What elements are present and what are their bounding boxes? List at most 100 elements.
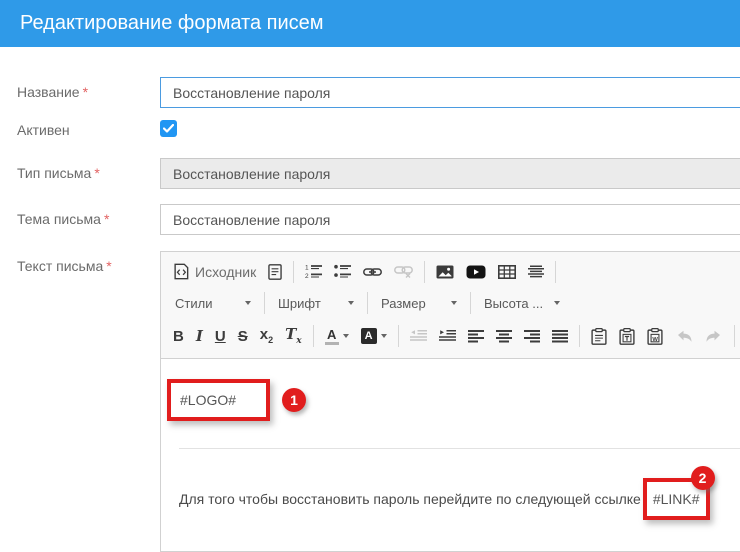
numbered-list-button[interactable]: 12 <box>300 261 327 282</box>
youtube-button[interactable] <box>461 262 491 282</box>
bulleted-list-button[interactable] <box>329 261 356 282</box>
background-color-icon: A <box>361 328 377 344</box>
form-row-name: Название* <box>0 77 740 108</box>
chevron-down-icon <box>554 301 560 305</box>
form-row-type: Тип письма* <box>0 158 740 189</box>
image-button[interactable] <box>431 262 459 282</box>
toolbar-separator <box>470 292 471 314</box>
required-mark: * <box>106 258 111 274</box>
toolbar-separator <box>555 261 556 283</box>
underline-button[interactable]: U <box>210 326 231 347</box>
chevron-down-icon <box>451 301 457 305</box>
toolbar-separator <box>424 261 425 283</box>
align-center-button[interactable] <box>491 327 517 346</box>
annotation-badge-1: 1 <box>282 388 306 412</box>
required-mark: * <box>94 165 99 181</box>
align-left-button[interactable] <box>463 327 489 346</box>
form-row-active: Активен <box>0 120 740 138</box>
chevron-down-icon <box>245 301 251 305</box>
table-button[interactable] <box>493 262 521 282</box>
youtube-icon <box>466 265 486 279</box>
source-icon <box>173 263 190 280</box>
link-placeholder-token: #LINK# <box>653 491 700 507</box>
required-mark: * <box>104 211 109 227</box>
checkmark-icon <box>163 124 174 133</box>
bulleted-list-icon <box>334 264 351 279</box>
chevron-down-icon <box>381 334 387 338</box>
horizontal-line-icon <box>528 265 544 279</box>
paste-from-word-button[interactable]: W <box>642 325 668 348</box>
paste-icon <box>591 328 607 345</box>
redo-icon <box>705 330 723 343</box>
toolbar-separator <box>264 292 265 314</box>
toolbar-separator <box>367 292 368 314</box>
body-paragraph-text: Для того чтобы восстановить пароль перей… <box>179 491 641 507</box>
table-icon <box>498 265 516 279</box>
type-input <box>160 158 740 189</box>
name-label: Название* <box>0 77 160 108</box>
subject-input[interactable] <box>160 204 740 235</box>
link-token-highlight-box: #LINK# 2 <box>643 478 710 520</box>
undo-button <box>670 327 698 346</box>
svg-text:2: 2 <box>305 273 309 279</box>
redo-button <box>700 327 728 346</box>
indent-icon <box>439 329 456 343</box>
templates-button[interactable] <box>263 261 287 283</box>
horizontal-line-button[interactable] <box>523 262 549 282</box>
strikethrough-button[interactable]: S <box>233 326 253 347</box>
page-header: Редактирование формата писем <box>0 0 740 47</box>
content-divider <box>179 448 740 449</box>
toolbar-separator <box>579 325 580 347</box>
align-right-icon <box>524 330 540 343</box>
numbered-list-icon: 12 <box>305 264 322 279</box>
subscript-button[interactable]: x2 <box>255 324 278 348</box>
toolbar-separator <box>734 325 735 347</box>
svg-text:1: 1 <box>305 265 309 272</box>
source-button-label: Исходник <box>195 264 256 280</box>
text-color-icon: A <box>325 328 339 345</box>
form-row-subject: Тема письма* <box>0 204 740 235</box>
unlink-icon <box>394 265 413 278</box>
chevron-down-icon <box>348 301 354 305</box>
name-input[interactable] <box>160 77 740 108</box>
font-combo[interactable]: Шрифт <box>272 292 360 315</box>
editor-content-area[interactable]: #LOGO# 1 Для того чтобы восстановить пар… <box>161 359 740 520</box>
italic-button[interactable]: I <box>191 326 208 347</box>
page-title: Редактирование формата писем <box>20 12 324 35</box>
outdent-button <box>405 326 432 346</box>
toolbar-row-1: Исходник 12 <box>167 255 740 288</box>
editor-toolbar: Исходник 12 <box>161 252 740 359</box>
paste-button[interactable] <box>586 325 612 348</box>
remove-format-button[interactable]: Tx <box>280 324 307 349</box>
source-button[interactable]: Исходник <box>168 260 261 283</box>
undo-icon <box>675 330 693 343</box>
page: Редактирование формата писем Название* А… <box>0 0 740 552</box>
bold-button[interactable]: B <box>168 326 189 347</box>
type-label: Тип письма* <box>0 158 160 189</box>
align-center-icon <box>496 330 512 343</box>
indent-button[interactable] <box>434 326 461 346</box>
size-combo[interactable]: Размер <box>375 292 463 315</box>
subject-label: Тема письма* <box>0 204 160 235</box>
paste-plain-text-button[interactable] <box>614 325 640 348</box>
image-icon <box>436 265 454 279</box>
paste-from-word-icon: W <box>647 328 663 345</box>
text-color-button[interactable]: A <box>320 325 354 348</box>
body-label: Текст письма* <box>0 251 160 552</box>
unlink-button <box>389 262 418 281</box>
align-right-button[interactable] <box>519 327 545 346</box>
background-color-button[interactable]: A <box>356 325 392 347</box>
align-left-icon <box>468 330 484 343</box>
toolbar-separator <box>313 325 314 347</box>
rich-text-editor: Исходник 12 <box>160 251 740 552</box>
justify-button[interactable] <box>547 327 573 346</box>
styles-combo[interactable]: Стили <box>169 292 257 315</box>
link-button[interactable] <box>358 263 387 281</box>
logo-token-highlight-box: #LOGO# 1 <box>167 379 270 421</box>
active-label: Активен <box>0 120 160 138</box>
active-checkbox[interactable] <box>160 120 177 137</box>
link-icon <box>363 266 382 278</box>
templates-icon <box>268 264 282 280</box>
line-height-combo[interactable]: Высота ... <box>478 292 566 315</box>
annotation-badge-2: 2 <box>691 466 715 490</box>
